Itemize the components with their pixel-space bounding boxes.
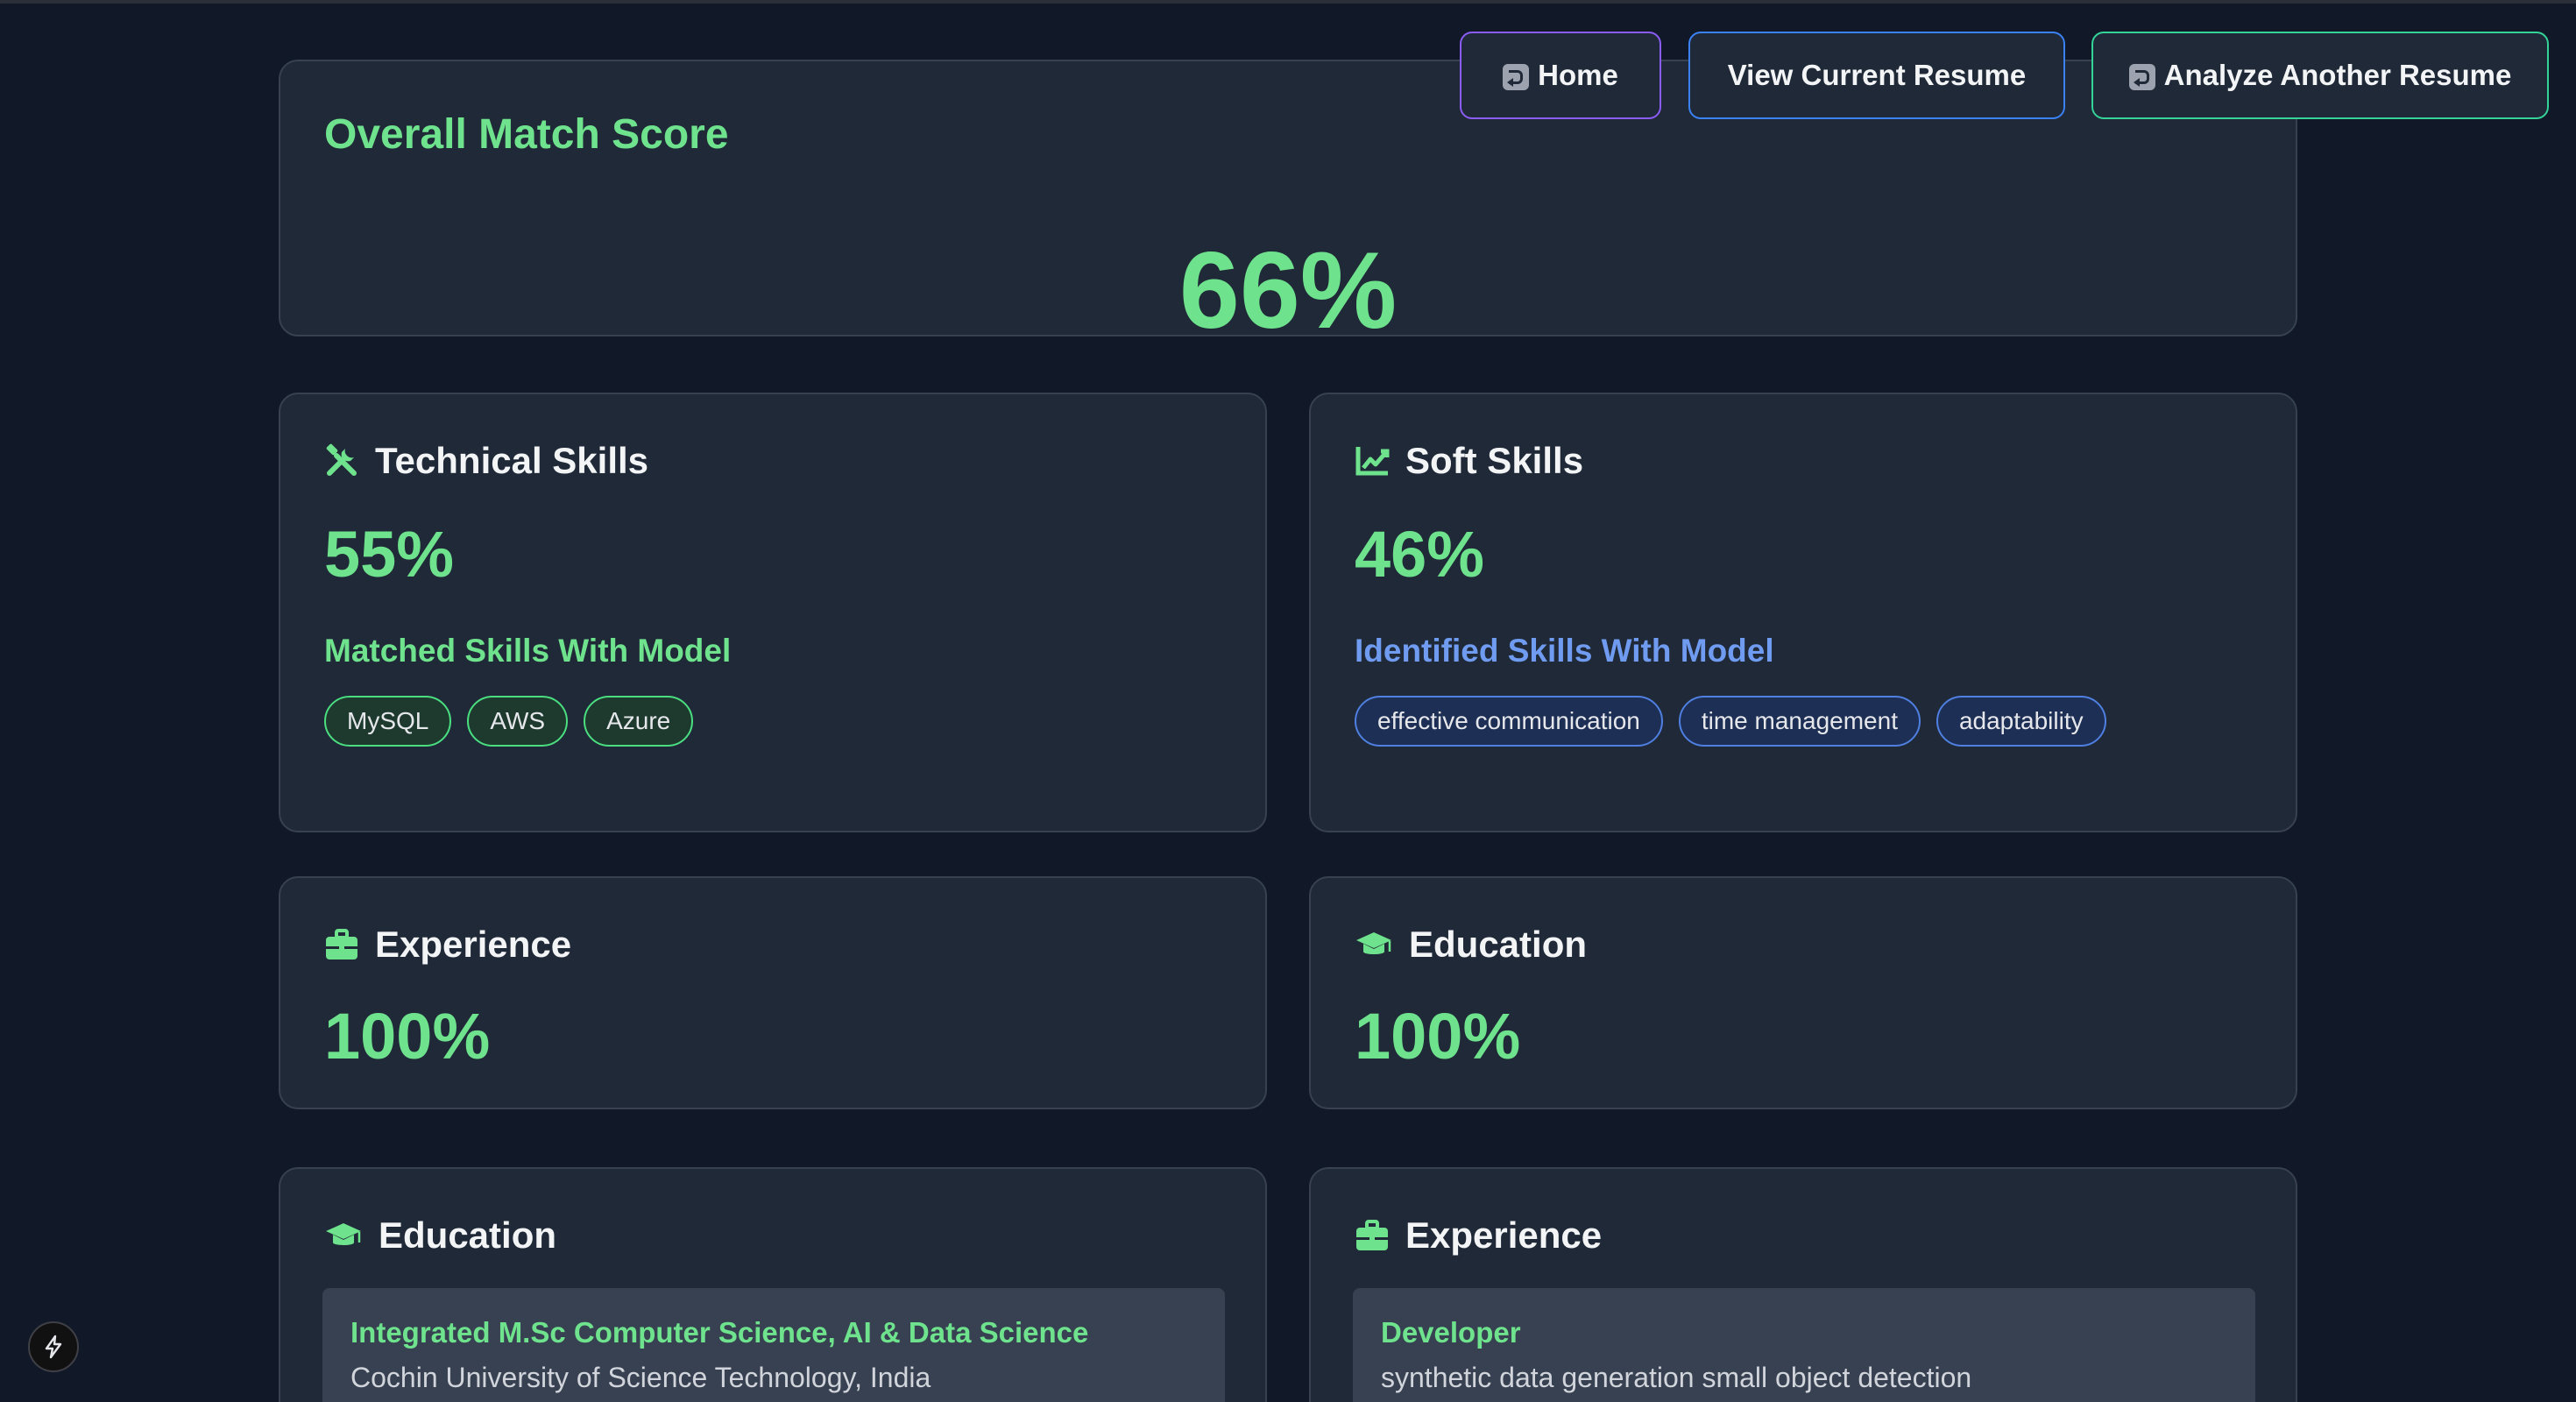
chart-line-icon (1355, 447, 1390, 476)
education-detail-header: Education (324, 1214, 556, 1257)
briefcase-icon (1356, 1220, 1388, 1250)
view-current-resume-label: View Current Resume (1727, 59, 2027, 91)
experience-detail-title: Experience (1405, 1214, 1603, 1256)
education-detail-title: Education (379, 1214, 557, 1256)
home-button-label: Home (1538, 59, 1618, 91)
experience-score-title: Experience (375, 924, 572, 965)
identified-skills-list: effective communication time management … (1355, 696, 2106, 747)
skill-tag: Azure (584, 696, 694, 747)
technical-skills-title: Technical Skills (375, 440, 649, 481)
soft-skills-card: Soft Skills 46% Identified Skills With M… (1309, 393, 2297, 832)
experience-score-header: Experience (324, 924, 571, 966)
home-button[interactable]: Home (1460, 32, 1661, 119)
education-detail-card: Education Integrated M.Sc Computer Scien… (279, 1167, 1267, 1402)
degree-title: Integrated M.Sc Computer Science, AI & D… (350, 1316, 1089, 1349)
tools-icon (326, 443, 357, 476)
matched-skills-heading: Matched Skills With Model (324, 633, 732, 669)
experience-detail-header: Experience (1355, 1214, 1602, 1257)
return-icon (2128, 64, 2155, 90)
education-score-title: Education (1409, 924, 1588, 965)
skill-tag: time management (1678, 696, 1921, 747)
experience-score-card: Experience 100% (279, 876, 1267, 1109)
technical-skills-card: Technical Skills 55% Matched Skills With… (279, 393, 1267, 832)
skill-tag: MySQL (324, 696, 452, 747)
skill-tag: AWS (467, 696, 569, 747)
overall-score-value: 66% (1178, 230, 1398, 351)
skill-tag: effective communication (1355, 696, 1663, 747)
role-description: synthetic data generation small object d… (1381, 1362, 1972, 1393)
soft-skills-header: Soft Skills (1355, 440, 1583, 482)
top-border (0, 0, 2576, 4)
analyze-another-resume-button[interactable]: Analyze Another Resume (2091, 32, 2549, 119)
experience-detail-card: Experience Developer synthetic data gene… (1309, 1167, 2297, 1402)
view-current-resume-button[interactable]: View Current Resume (1688, 32, 2065, 119)
graduation-cap-icon (326, 1223, 361, 1245)
experience-entry: Developer synthetic data generation smal… (1353, 1288, 2255, 1402)
dev-tools-badge[interactable] (28, 1321, 79, 1372)
experience-score-value: 100% (324, 1000, 491, 1073)
institution-name: Cochin University of Science Technology,… (350, 1362, 931, 1393)
skill-tag: adaptability (1936, 696, 2106, 747)
briefcase-icon (326, 929, 357, 959)
identified-skills-heading: Identified Skills With Model (1355, 633, 1774, 669)
matched-skills-list: MySQL AWS Azure (324, 696, 694, 747)
soft-skills-score: 46% (1355, 518, 1485, 591)
analyze-another-resume-label: Analyze Another Resume (2163, 59, 2512, 91)
graduation-cap-icon (1356, 932, 1391, 954)
technical-skills-score: 55% (324, 518, 455, 591)
technical-skills-header: Technical Skills (324, 440, 648, 482)
return-icon (1503, 64, 1530, 90)
soft-skills-title: Soft Skills (1405, 440, 1584, 481)
overall-score-title: Overall Match Score (324, 111, 729, 158)
education-score-header: Education (1355, 924, 1587, 966)
education-score-card: Education 100% (1309, 876, 2297, 1109)
education-score-value: 100% (1355, 1000, 1521, 1073)
role-title: Developer (1381, 1316, 1521, 1349)
education-entry: Integrated M.Sc Computer Science, AI & D… (322, 1288, 1225, 1402)
lightning-icon (45, 1335, 62, 1359)
